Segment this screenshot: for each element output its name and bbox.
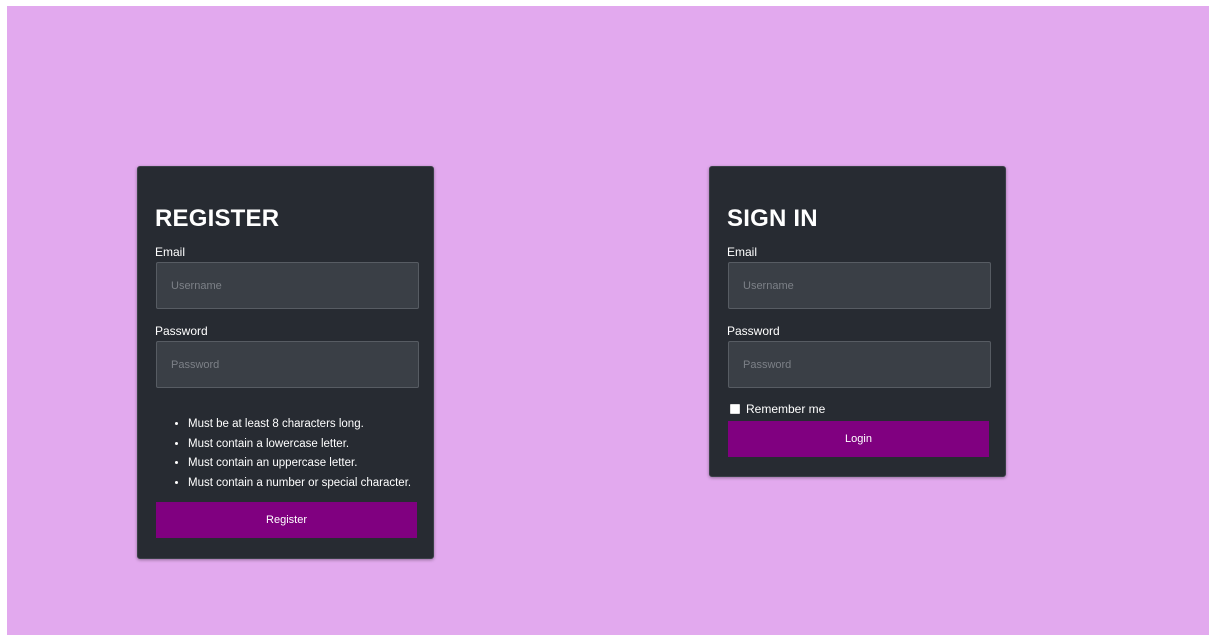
- signin-email-label: Email: [727, 245, 758, 259]
- remember-me-row[interactable]: Remember me: [730, 402, 825, 416]
- register-password-label: Password: [155, 324, 208, 338]
- password-rules-list: Must be at least 8 characters long. Must…: [174, 415, 411, 493]
- signin-password-input[interactable]: [728, 341, 991, 388]
- register-password-input[interactable]: [156, 341, 419, 388]
- register-email-input[interactable]: [156, 262, 419, 309]
- signin-password-label: Password: [727, 324, 780, 338]
- remember-me-label: Remember me: [746, 402, 826, 416]
- remember-me-checkbox[interactable]: [730, 404, 740, 414]
- register-email-label: Email: [155, 245, 186, 259]
- register-title: REGISTER: [155, 205, 280, 232]
- password-rule-lowercase: Must contain a lowercase letter.: [188, 435, 411, 455]
- register-button[interactable]: Register: [156, 502, 417, 538]
- page-background: REGISTER Email Password Must be at least…: [7, 6, 1209, 635]
- register-card: REGISTER Email Password Must be at least…: [137, 166, 434, 559]
- signin-email-input[interactable]: [728, 262, 991, 309]
- password-rule-length: Must be at least 8 characters long.: [188, 415, 411, 435]
- password-rule-number-special: Must contain a number or special charact…: [188, 474, 411, 494]
- signin-title: SIGN IN: [727, 205, 818, 232]
- password-rule-uppercase: Must contain an uppercase letter.: [188, 454, 411, 474]
- signin-card: SIGN IN Email Password Remember me Login: [709, 166, 1006, 477]
- login-button[interactable]: Login: [728, 421, 989, 457]
